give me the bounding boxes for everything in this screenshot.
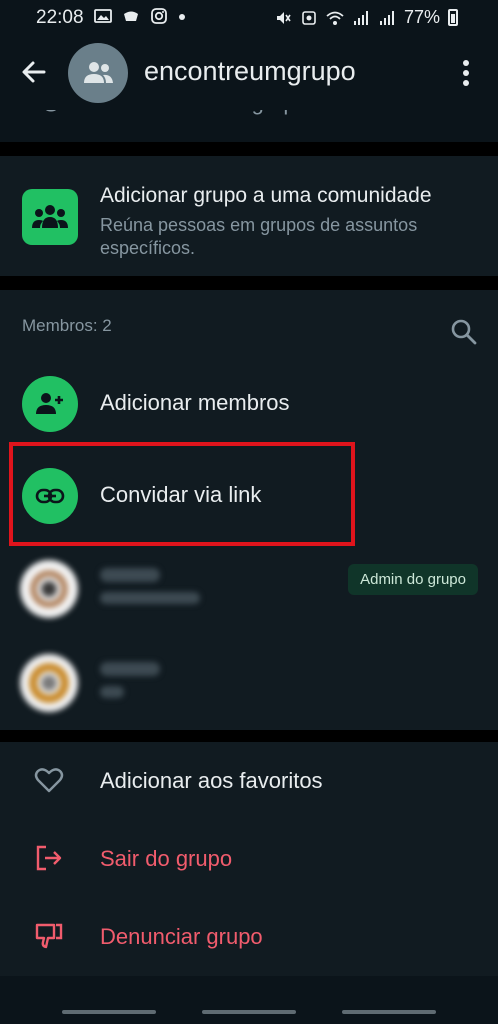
mute-icon [276,11,291,24]
app-bar: encontreumgrupo [0,34,498,110]
member-status-blurred [100,592,200,604]
section-divider [0,276,498,290]
report-group-label: Denunciar grupo [100,924,263,949]
arrow-left-icon[interactable] [18,56,50,88]
status-right-icons: 77% [274,7,458,28]
member-row[interactable]: Admin do grupo [0,546,498,636]
instagram-icon [151,8,167,24]
add-members-row[interactable]: Adicionar membros [0,364,498,444]
section-divider [0,142,498,156]
leave-group-row[interactable]: Sair do grupo [0,820,498,898]
community-section[interactable]: Adicionar grupo a uma comunidade Reúna p… [0,156,498,276]
member-status-blurred [100,686,124,698]
report-group-row[interactable]: Denunciar grupo [0,898,498,976]
nav-home[interactable] [202,1010,296,1014]
app-icon [124,11,138,21]
section-divider [0,730,498,742]
status-bar: 22:08 77% [0,0,498,34]
community-title: Adicionar grupo a uma comunidade [100,184,432,207]
members-count-label: Membros: 2 [22,316,112,335]
leave-group-label: Sair do grupo [100,846,233,871]
recycle-icon [302,10,316,25]
group-avatar[interactable] [68,43,128,103]
add-to-favorites-label: Adicionar aos favoritos [100,768,323,793]
admin-badge: Admin do grupo [348,564,478,595]
search-icon[interactable] [450,318,478,346]
nav-recents[interactable] [62,1010,156,1014]
battery-icon [448,9,458,26]
member-name-blurred [100,662,160,676]
battery-percent: 77% [403,7,440,27]
system-nav-bar [0,990,498,1024]
avatar [20,654,78,712]
group-actions-section: Adicionar aos favoritos Sair do grupo De… [0,742,498,976]
add-members-label: Adicionar membros [100,390,290,415]
exit-icon [36,845,62,871]
wifi-icon [326,11,344,25]
highlight-box [9,442,355,546]
status-time: 22:08 [36,7,84,28]
signal-icon [353,10,368,25]
thumbs-down-icon [35,923,63,949]
gallery-icon [94,9,112,23]
people-icon [32,205,68,228]
group-icon [84,62,113,83]
heart-icon [34,768,64,793]
community-icon [22,189,78,245]
group-title[interactable]: encontreumgrupo [144,56,356,87]
dot-icon [179,14,185,20]
member-row[interactable] [0,640,498,730]
status-left-icons [94,7,186,25]
add-to-favorites-row[interactable]: Adicionar aos favoritos [0,742,498,820]
kebab-icon[interactable] [456,58,476,88]
add-person-icon [22,376,78,432]
community-subtitle: Reúna pessoas em grupos de assuntos espe… [100,215,418,258]
nav-back[interactable] [342,1010,436,1014]
avatar [20,560,78,618]
member-name-blurred [100,568,160,582]
signal-icon [379,10,394,25]
